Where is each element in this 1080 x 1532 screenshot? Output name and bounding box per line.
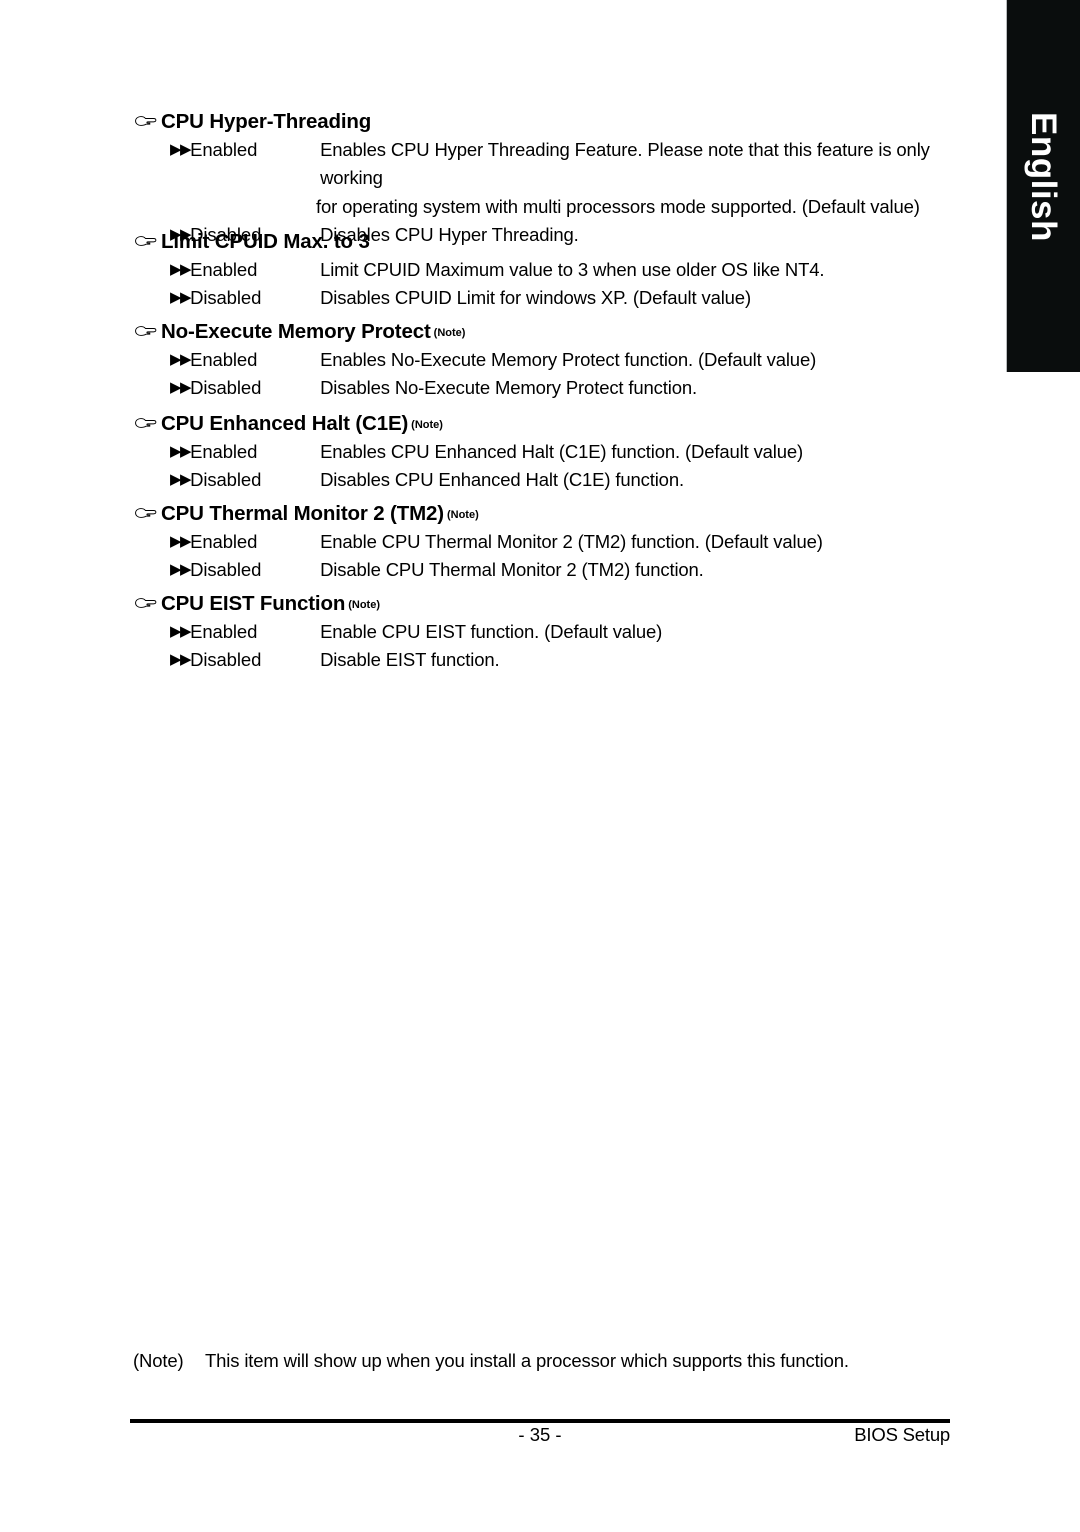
setting-heading: CPU EIST Function (Note) [133,592,963,616]
setting-option-row: ▶▶ Enabled Limit CPUID Maximum value to 3 … [170,256,963,285]
pointing-hand-icon [133,234,161,247]
option-description: Enables No-Execute Memory Protect functi… [320,348,817,370]
option-label: Enabled [190,348,258,370]
footer-divider [130,1419,950,1423]
footnote-text: This item will show up when you install … [205,1350,849,1371]
setting-heading: Limit CPUID Max. to 3 [133,230,963,254]
option-label: Enabled [190,258,258,280]
pointing-hand-icon [133,114,161,127]
setting-block: CPU EIST Function (Note) ▶▶ Enabled Enable C… [133,592,963,675]
setting-option-row: ▶▶ Disabled Disables No-Execute Memory Pro… [170,374,963,403]
setting-block: Limit CPUID Max. to 3 ▶▶ Enabled Limit CPUI… [133,230,963,313]
option-label: Disabled [190,649,262,671]
option-description: Disable EIST function. [320,649,500,671]
page-footer: - 35 - BIOS Setup [130,1424,950,1458]
double-arrow-icon: ▶▶ [170,651,192,669]
setting-option-row: ▶▶ Disabled Disables CPUID Limit for windo… [170,284,963,313]
option-description: Disables No-Execute Memory Protect funct… [320,377,697,399]
language-tab-label: English [1024,112,1063,242]
double-arrow-icon: ▶▶ [170,289,192,307]
page-number: - 35 - [518,1424,562,1445]
setting-heading: No-Execute Memory Protect (Note) [133,320,963,344]
setting-option-row: ▶▶ Disabled Disable EIST function. [170,646,963,675]
option-label: Enabled [190,138,258,160]
double-arrow-icon: ▶▶ [170,442,192,460]
double-arrow-icon: ▶▶ [170,532,192,550]
option-label: Enabled [190,440,258,462]
setting-title: CPU Hyper-Threading [161,110,372,133]
option-description: Enables CPU Hyper Threading Feature. Ple… [320,138,930,189]
setting-option-row: ▶▶ Enabled Enables CPU Hyper Threading Fea… [170,136,963,193]
option-label: Disabled [190,469,262,491]
footnote-marker: (Note) [133,1350,184,1371]
setting-block: CPU Thermal Monitor 2 (TM2) (Note) ▶▶ Enabl… [133,502,963,585]
pointing-hand-icon [133,324,161,337]
double-arrow-icon: ▶▶ [170,622,192,640]
setting-title: No-Execute Memory Protect [161,320,431,343]
setting-block: CPU Enhanced Halt (C1E) (Note) ▶▶ Enabled En… [133,412,963,495]
language-tab: English [1007,0,1080,372]
pointing-hand-icon [133,596,161,609]
option-description: Enable CPU EIST function. (Default value… [320,620,663,642]
option-description: Enables CPU Enhanced Halt (C1E) function… [320,440,804,462]
option-label: Disabled [190,559,262,581]
footer-section-label: BIOS Setup [854,1424,950,1445]
option-description: Enable CPU Thermal Monitor 2 (TM2) funct… [320,530,823,552]
double-arrow-icon: ▶▶ [170,379,192,397]
setting-heading: CPU Hyper-Threading [133,110,963,134]
setting-title: CPU Thermal Monitor 2 (TM2) [161,502,444,525]
pointing-hand-icon [133,416,161,429]
setting-block: No-Execute Memory Protect (Note) ▶▶ Enabled… [133,320,963,403]
setting-option-row: ▶▶ Disabled Disables CPU Enhanced Halt (C1… [170,466,963,495]
option-label: Disabled [190,377,262,399]
double-arrow-icon: ▶▶ [170,140,192,158]
footnote: (Note) This item will show up when you i… [133,1350,963,1372]
double-arrow-icon: ▶▶ [170,471,192,489]
setting-option-row: ▶▶ Enabled Enable CPU Thermal Monitor 2 (T… [170,528,963,557]
option-description: Disables CPU Enhanced Halt (C1E) functio… [320,469,684,491]
page-content: CPU Hyper-Threading ▶▶ Enabled Enables CPU … [0,0,1007,1532]
option-label: Disabled [190,287,262,309]
setting-heading: CPU Enhanced Halt (C1E) (Note) [133,412,963,436]
pointing-hand-icon [133,506,161,519]
option-description: Disable CPU Thermal Monitor 2 (TM2) func… [320,559,704,581]
option-description: Limit CPUID Maximum value to 3 when use … [320,258,825,280]
setting-option-row: ▶▶ Enabled Enable CPU EIST function. (Defa… [170,618,963,647]
setting-heading: CPU Thermal Monitor 2 (TM2) (Note) [133,502,963,526]
setting-title: CPU Enhanced Halt (C1E) [161,412,409,435]
option-label: Enabled [190,620,258,642]
double-arrow-icon: ▶▶ [170,561,192,579]
setting-block: CPU Hyper-Threading ▶▶ Enabled Enables CPU … [133,110,963,250]
option-description: Disables CPUID Limit for windows XP. (De… [320,287,751,309]
setting-title: CPU EIST Function [161,592,346,615]
double-arrow-icon: ▶▶ [170,260,192,278]
double-arrow-icon: ▶▶ [170,350,192,368]
setting-option-row: ▶▶ Enabled Enables No-Execute Memory Prote… [170,346,963,375]
setting-option-row: ▶▶ Enabled Enables CPU Enhanced Halt (C1E)… [170,438,963,467]
option-label: Enabled [190,530,258,552]
setting-option-row: ▶▶ Disabled Disable CPU Thermal Monitor 2 … [170,556,963,585]
setting-title: Limit CPUID Max. to 3 [161,230,370,253]
option-description-continued: for operating system with multi processo… [316,195,920,217]
